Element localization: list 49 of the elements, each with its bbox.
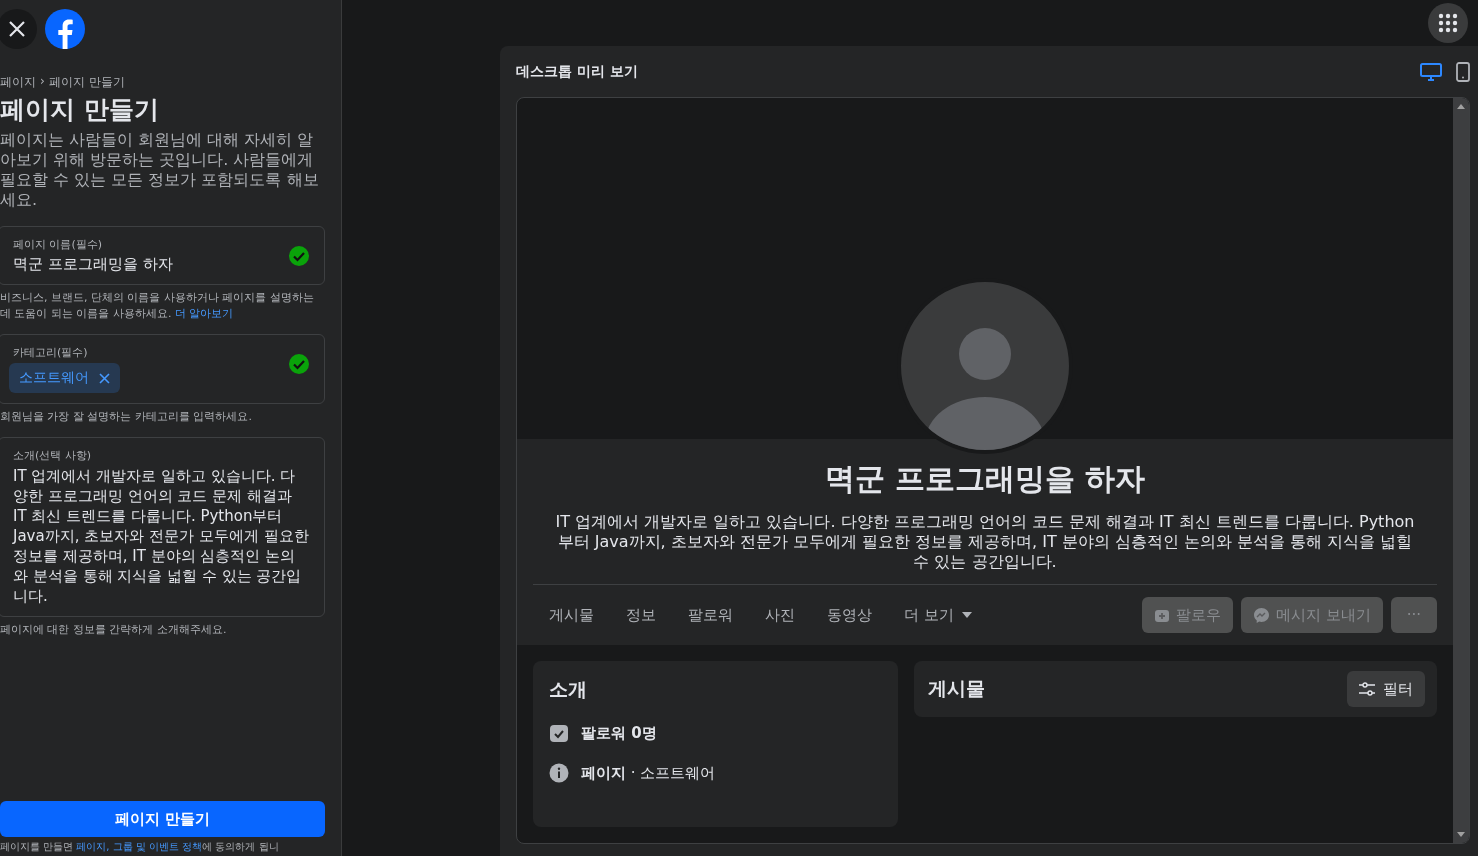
terms-text: 페이지를 만들면 페이지, 그룹 및 이벤트 정책에 동의하게 됩니	[0, 840, 280, 854]
close-icon	[8, 20, 26, 38]
remove-icon[interactable]	[99, 372, 110, 384]
page-bio: IT 업계에서 개발자로 일하고 있습니다. 다양한 프로그래밍 언어의 코드 문제 해결과 IT 최신 트렌드를 다룹니다. Python부터 Java까지, 초보자와 전문가 모두에게 필요한 정보를 제공하며, IT 분야의 심층적인 논의와 분석을 통해 지식을 넓힐 수 있는 공간입니다.	[554, 512, 1416, 572]
mobile-icon[interactable]	[1456, 61, 1470, 82]
preview-title: 데스크톱 미리 보기	[516, 62, 638, 81]
page-tab[interactable]: 동영상	[827, 605, 872, 625]
checkbox-icon	[549, 723, 569, 743]
info-icon	[549, 763, 569, 783]
policy-link[interactable]: 페이지, 그룹 및 이벤트 정책	[76, 841, 203, 852]
messenger-icon	[1252, 606, 1270, 624]
filter-icon	[1359, 682, 1375, 696]
follow-icon	[1153, 607, 1170, 623]
page-tab[interactable]: 게시물	[549, 605, 594, 625]
menu-icon	[1438, 13, 1458, 33]
create-page-button[interactable]: 페이지 만들기	[0, 801, 325, 837]
intro-item-text: 팔로워 0명	[581, 723, 657, 743]
intro-item-text: 페이지 · 소프트웨어	[581, 763, 716, 783]
category-chip[interactable]: 소프트웨어	[9, 363, 120, 393]
help-text: 회원님을 가장 잘 설명하는 카테고리를 입력하세요.	[0, 409, 253, 425]
caret-icon	[961, 612, 972, 618]
help-text: 페이지에 대한 정보를 간략하게 소개해주세요.	[0, 622, 228, 638]
help-text: 비즈니스, 브랜드, 단체의 이름을 사용하거나 페이지를 설명하는 데 도움이 되는 이름을 사용하세요. 더 알아보기	[0, 290, 315, 322]
filter-button[interactable]: 필터	[1347, 671, 1425, 707]
page-tab[interactable]: 더 보기	[904, 605, 972, 625]
field-label: 소개(선택 사항)	[13, 448, 93, 463]
scroll-down-icon[interactable]	[1457, 832, 1465, 837]
scrollbar[interactable]	[1453, 98, 1469, 843]
page-name: 멱군 프로그래밍을 하자	[823, 460, 1147, 498]
field-value: 멱군 프로그래밍을 하자	[13, 255, 174, 274]
breadcrumb-separator: ›	[40, 74, 45, 90]
desktop-icon[interactable]	[1420, 62, 1442, 81]
page-tab[interactable]: 팔로워	[688, 605, 733, 625]
field-label: 카테고리(필수)	[13, 345, 89, 360]
close-button[interactable]	[0, 9, 37, 49]
breadcrumb-current: 페이지 만들기	[48, 74, 125, 91]
field-label: 페이지 이름(필수)	[13, 237, 104, 252]
page-tab[interactable]: 정보	[626, 605, 656, 625]
page-title: 페이지 만들기	[0, 94, 160, 126]
breadcrumb-link[interactable]: 페이지	[0, 74, 36, 91]
scroll-up-icon[interactable]	[1457, 104, 1465, 109]
card-title: 소개	[549, 677, 588, 702]
field-value: IT 업계에서 개발자로 일하고 있습니다. 다양한 프로그래밍 언어의 코드 문제 해결과 IT 최신 트렌드를 다룹니다. Python부터 Java까지, 초보자와 전문가 모두에게 필요한 정보를 제공하며, IT 분야의 심층적인 논의와 분석을 통해 지식을 넓힐 수 있는 공간입니다.	[13, 466, 310, 606]
card-title: 게시물	[928, 676, 985, 701]
page-tab[interactable]: 사진	[765, 605, 795, 625]
logo-icon[interactable]	[45, 9, 85, 49]
learn-more-link[interactable]: 더 알아보기	[175, 307, 234, 320]
intro-text: 페이지는 사람들이 회원님에 대해 자세히 알아보기 위해 방문하는 곳입니다. 사람들에게 필요할 수 있는 모든 정보가 포함되도록 해보세요.	[0, 130, 320, 210]
menu-button[interactable]	[1428, 3, 1468, 43]
